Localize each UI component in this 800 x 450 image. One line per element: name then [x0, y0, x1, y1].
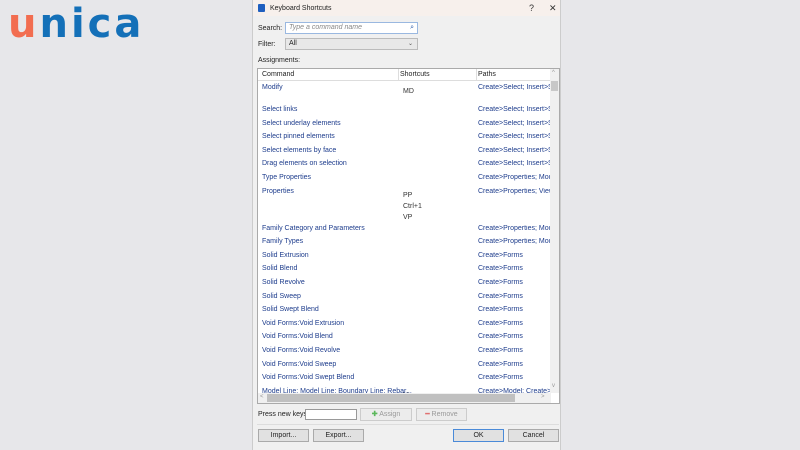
table-header: Command Shortcuts Paths	[258, 69, 559, 81]
assign-button[interactable]: ✚ Assign	[360, 408, 412, 421]
press-keys-input[interactable]	[305, 409, 357, 420]
app-icon	[258, 4, 265, 12]
table-row[interactable]: Select underlay elements Create>Select; I…	[258, 117, 559, 131]
paths-cell: Create>Forms	[478, 319, 523, 327]
table-row[interactable]: Modify MD Create>Select; Insert>Select	[258, 81, 559, 103]
table-row[interactable]: Void Forms:Void Extrusion Create>Forms	[258, 317, 559, 331]
table-row[interactable]: Void Forms:Void Revolve Create>Forms	[258, 344, 559, 358]
column-shortcuts[interactable]: Shortcuts	[400, 71, 430, 78]
command-cell: Solid Extrusion	[262, 251, 309, 259]
column-paths[interactable]: Paths	[478, 71, 496, 78]
unica-logo: unica	[8, 1, 145, 47]
assignments-label: Assignments:	[258, 57, 301, 64]
table-row[interactable]: Select elements by face Create>Select; In…	[258, 144, 559, 158]
close-button[interactable]: ✕	[549, 3, 557, 14]
table-row[interactable]: Void Forms:Void Swept Blend Create>Forms	[258, 371, 559, 385]
table-body: ModifyMDCreate>Select; Insert>SelectSele…	[258, 81, 559, 399]
paths-cell: Create>Forms	[478, 346, 523, 354]
title-bar: Keyboard Shortcuts	[253, 0, 560, 16]
table-row[interactable]: Properties PP Ctrl+1 VP Create>Properties; V…	[258, 185, 559, 222]
paths-cell: Create>Properties; Modify	[478, 173, 550, 181]
column-command[interactable]: Command	[262, 71, 294, 78]
command-cell: Family Types	[262, 238, 304, 246]
command-cell: Void Forms:Void Sweep	[262, 360, 337, 368]
dialog-title: Keyboard Shortcuts	[270, 4, 332, 12]
paths-cell: Create>Forms	[478, 292, 523, 300]
command-cell: Select underlay elements	[262, 119, 341, 127]
paths-cell: Create>Forms	[478, 278, 523, 286]
command-cell: Select pinned elements	[262, 133, 335, 141]
command-cell: Select elements by face	[262, 146, 337, 154]
export-button[interactable]: Export...	[313, 429, 364, 442]
command-cell: Drag elements on selection	[262, 160, 347, 168]
table-row[interactable]: Family Types Create>Properties; Modify	[258, 235, 559, 249]
ok-button[interactable]: OK	[453, 429, 504, 442]
table-row[interactable]: Solid Blend Create>Forms	[258, 262, 559, 276]
filter-value: All	[289, 40, 297, 47]
command-cell: Select links	[262, 106, 298, 113]
paths-cell: Create>Forms	[478, 265, 523, 273]
command-cell: Properties	[262, 187, 294, 195]
keyboard-shortcuts-dialog: Keyboard Shortcuts ? ✕ Search: Type a co…	[252, 0, 561, 450]
table-row[interactable]: Void Forms:Void Sweep Create>Forms	[258, 358, 559, 372]
paths-cell: Create>Properties; View>	[478, 187, 550, 195]
table-row[interactable]: Family Category and Parameters Create>Pro…	[258, 222, 559, 236]
plus-icon: ✚	[371, 411, 378, 418]
filter-select[interactable]: All ⌄	[285, 38, 418, 50]
shortcuts-cell: MD	[403, 88, 414, 95]
table-row[interactable]: Void Forms:Void Blend Create>Forms	[258, 330, 559, 344]
search-icon[interactable]: ⌕	[410, 23, 414, 33]
table-row[interactable]: Solid Sweep Create>Forms	[258, 290, 559, 304]
paths-cell: Create>Select; Insert>Select	[478, 84, 550, 91]
paths-cell: Create>Forms	[478, 251, 523, 259]
paths-cell: Create>Select; Insert>Select	[478, 119, 550, 127]
command-cell: Family Category and Parameters	[262, 224, 365, 232]
command-cell: Void Forms:Void Swept Blend	[262, 374, 355, 382]
command-cell: Solid Revolve	[262, 278, 305, 286]
paths-cell: Create>Properties; Modify	[478, 224, 550, 232]
shortcuts-cell: PP Ctrl+1 VP	[403, 191, 422, 221]
import-button[interactable]: Import...	[258, 429, 309, 442]
table-row[interactable]: Solid Revolve Create>Forms	[258, 276, 559, 290]
table-row[interactable]: Select pinned elements Create>Select; Ins…	[258, 130, 559, 144]
paths-cell: Create>Forms	[478, 306, 523, 314]
command-cell: Void Forms:Void Extrusion	[262, 319, 345, 327]
command-cell: Void Forms:Void Revolve	[262, 346, 341, 354]
table-row[interactable]: Drag elements on selection Create>Select;…	[258, 157, 559, 171]
command-cell: Void Forms:Void Blend	[262, 333, 333, 341]
cancel-button[interactable]: Cancel	[508, 429, 559, 442]
paths-cell: Create>Select; Insert>Select	[478, 160, 550, 168]
assignments-table: Command Shortcuts Paths Modify MD Create>S…	[257, 68, 560, 404]
paths-cell: Create>Forms	[478, 333, 523, 341]
table-row[interactable]: Solid Swept Blend Create>Forms	[258, 303, 559, 317]
vertical-scrollbar[interactable]: ^ v	[550, 69, 559, 393]
table-row[interactable]: Type Properties Create>Properties; Modify	[258, 171, 559, 185]
command-cell: Solid Sweep	[262, 292, 301, 300]
press-keys-label: Press new keys:	[258, 411, 309, 418]
command-cell: Solid Swept Blend	[262, 306, 319, 314]
search-placeholder: Type a command name	[289, 24, 363, 31]
paths-cell: Create>Select; Insert>Select	[478, 133, 550, 141]
command-cell: Type Properties	[262, 173, 312, 181]
search-input[interactable]: Type a command name ⌕	[285, 22, 418, 34]
paths-cell: Create>Forms	[478, 360, 523, 368]
paths-cell: Create>Forms	[478, 374, 523, 382]
command-cell: Modify	[262, 84, 283, 91]
command-cell: Solid Blend	[262, 265, 298, 273]
paths-cell: Create>Properties; Modify	[478, 238, 550, 246]
filter-label: Filter:	[258, 41, 276, 48]
paths-cell: Create>Select; Insert>Select	[478, 146, 550, 154]
table-row[interactable]: Select links Create>Select; Insert>Select	[258, 103, 559, 117]
minus-icon: ━	[425, 411, 430, 418]
horizontal-scrollbar[interactable]: < >	[258, 393, 551, 403]
table-row[interactable]: Solid Extrusion Create>Forms	[258, 249, 559, 263]
help-button[interactable]: ?	[529, 3, 534, 13]
search-label: Search:	[258, 25, 283, 32]
paths-cell: Create>Select; Insert>Select	[478, 106, 550, 113]
remove-button[interactable]: ━ Remove	[416, 408, 467, 421]
chevron-down-icon: ⌄	[407, 41, 413, 47]
